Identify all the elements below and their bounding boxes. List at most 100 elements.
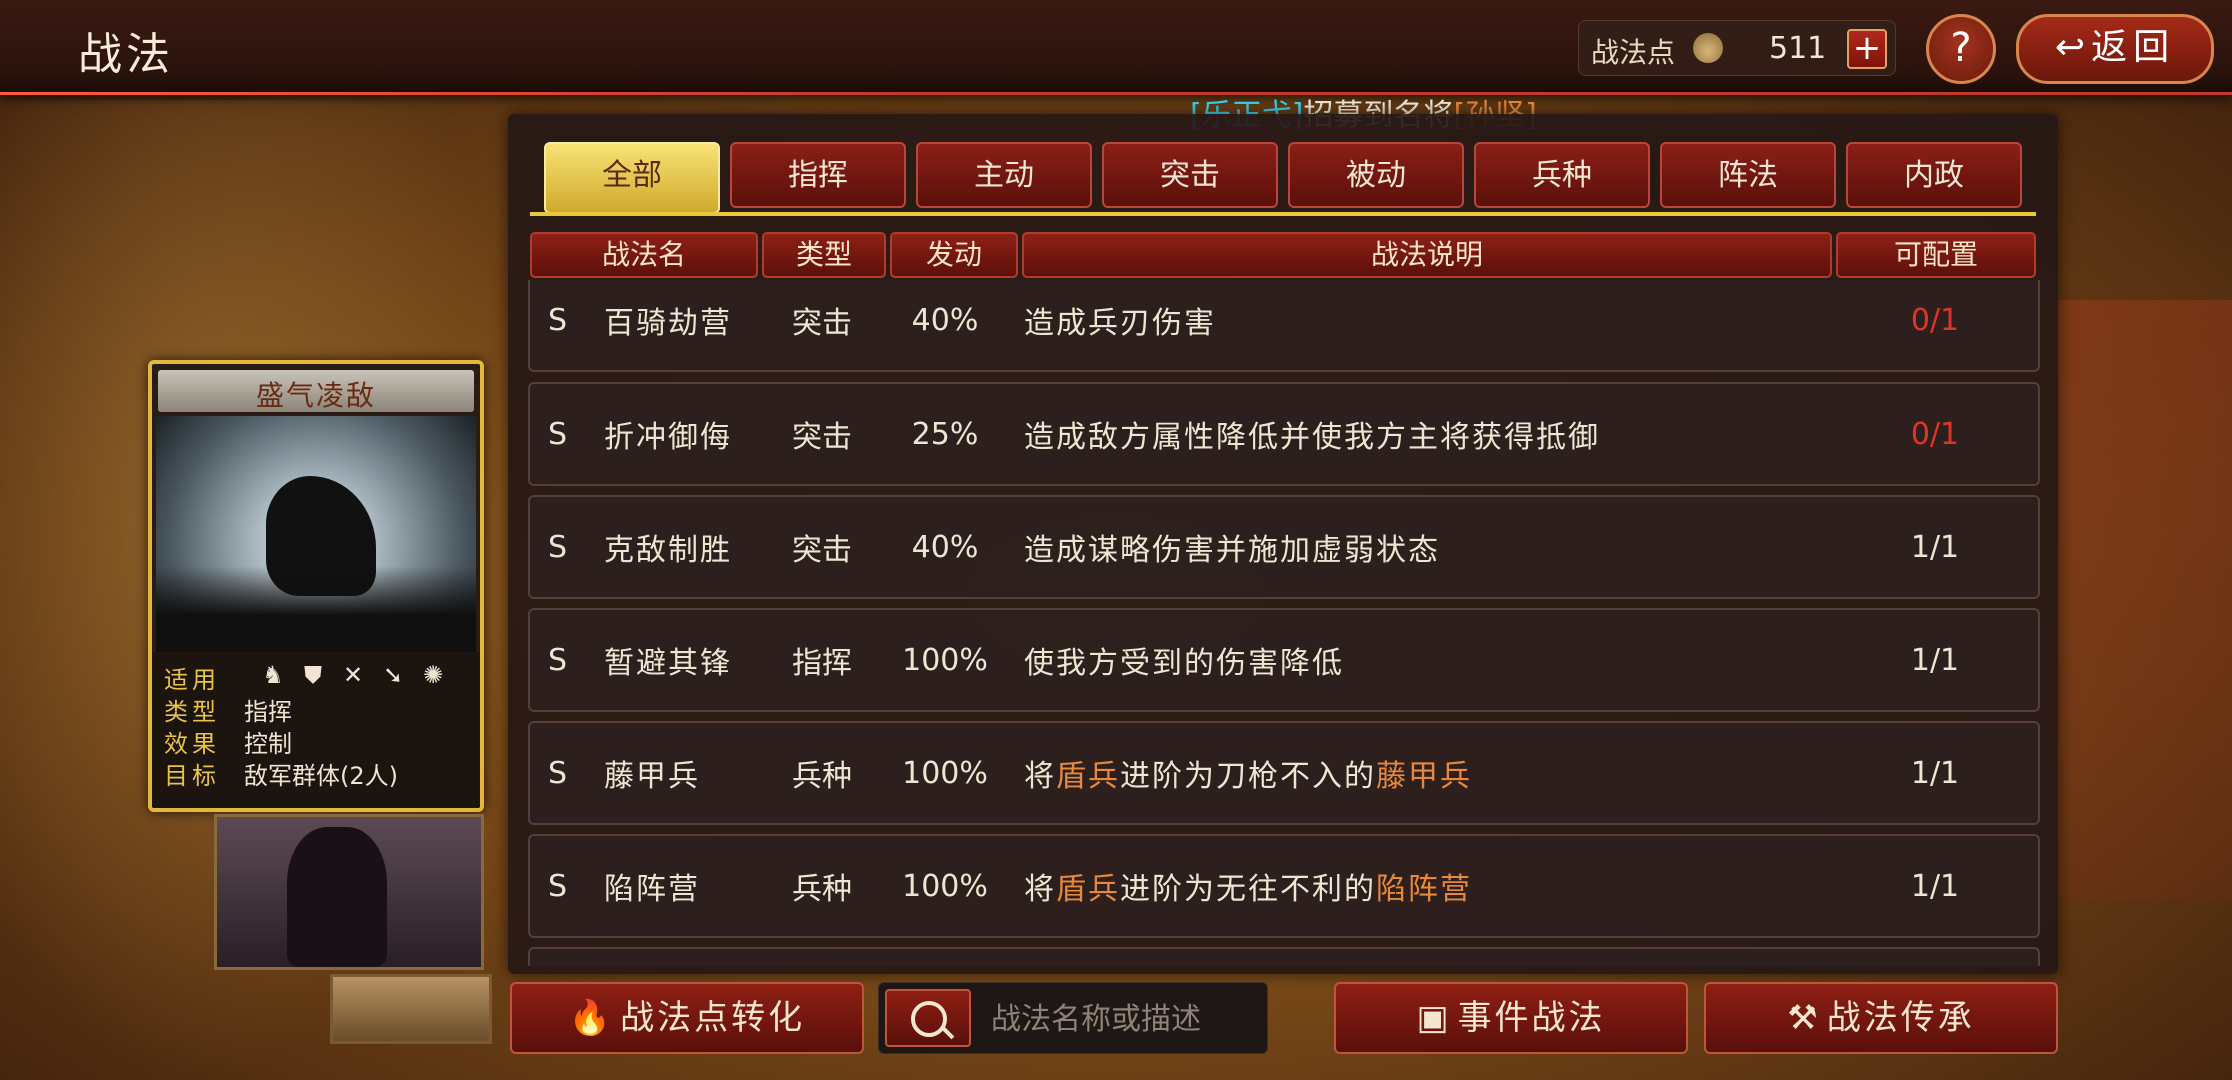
search-button[interactable]	[885, 989, 971, 1047]
skill-type: 突击	[792, 420, 852, 455]
skill-points-box: 战法点 511 +	[1578, 20, 1896, 76]
skill-description: 造成谋略伤害并施加虚弱状态	[1024, 497, 1804, 597]
grade-label: S	[548, 529, 568, 565]
desc-highlight: 盾兵	[1056, 872, 1120, 907]
type-value: 指挥	[244, 698, 292, 726]
search-icon	[911, 1001, 947, 1037]
desc-text: 进阶为刀枪不入的	[1120, 759, 1376, 794]
skill-description: 将盾兵 进阶为无往不利的 陷阵营	[1024, 836, 1804, 936]
grade-label: S	[548, 755, 568, 791]
skill-description: 使我方受到的伤害降低	[1024, 610, 1804, 710]
target-value: 敌军群体(2人)	[244, 762, 398, 790]
config-count: 0/1	[1910, 302, 1960, 338]
desc-text: 进阶为无往不利的	[1120, 872, 1376, 907]
effect-value: 控制	[244, 730, 292, 758]
table-row[interactable]: S 百骑劫营 突击 40% 造成兵刃伤害 0/1	[528, 280, 2040, 372]
portrait-silhouette	[287, 827, 387, 967]
add-points-button[interactable]: +	[1847, 29, 1887, 69]
config-count: 1/1	[1910, 755, 1960, 791]
skill-rate: 40%	[911, 302, 979, 338]
skill-rate: 100%	[902, 642, 988, 678]
spear-icon: ➘	[382, 661, 404, 689]
event-skills-button[interactable]: ▣ 事件战法	[1334, 982, 1688, 1054]
tab-formation[interactable]: 阵法	[1660, 142, 1836, 208]
tab-underline	[530, 212, 2036, 216]
tab-passive[interactable]: 被动	[1288, 142, 1464, 208]
category-tabs: 全部 指挥 主动 突击 被动 兵种 阵法 内政	[534, 142, 2034, 214]
table-row[interactable]: S 克敌制胜 突击 40% 造成谋略伤害并施加虚弱状态 1/1	[528, 495, 2040, 599]
desc-text: 将	[1024, 872, 1056, 907]
back-button[interactable]: ↩返回	[2016, 14, 2214, 84]
grade-label: S	[548, 302, 568, 338]
skill-description: 将盾兵 进阶为刀枪不入的 藤甲兵	[1024, 723, 1804, 823]
skill-type: 兵种	[792, 872, 852, 907]
table-row[interactable]	[528, 947, 2040, 966]
desc-highlight: 藤甲兵	[1376, 759, 1472, 794]
archer-icon: ✕	[342, 661, 364, 689]
config-count: 1/1	[1910, 529, 1960, 565]
search-box	[878, 982, 1268, 1054]
tab-active[interactable]: 主动	[916, 142, 1092, 208]
table-row[interactable]: S 暂避其锋 指挥 100% 使我方受到的伤害降低 1/1	[528, 608, 2040, 712]
apply-label: 适用	[164, 666, 220, 694]
skill-rate: 25%	[911, 416, 979, 452]
tab-troop[interactable]: 兵种	[1474, 142, 1650, 208]
desc-text: 造成兵刃伤害	[1024, 306, 1216, 341]
shield-icon: ⛊	[304, 661, 322, 689]
back-arrow-icon: ↩	[2054, 27, 2092, 68]
grade-label: S	[548, 642, 568, 678]
card-illustration	[156, 416, 476, 656]
skill-description: 造成兵刃伤害	[1024, 280, 1804, 370]
skill-points-value: 511	[1769, 31, 1827, 66]
desc-highlight: 盾兵	[1056, 759, 1120, 794]
back-label: 返回	[2091, 27, 2176, 68]
skill-rate: 100%	[902, 755, 988, 791]
top-bar: 战法 战法点 511 + ? ↩返回	[0, 0, 2232, 95]
general-portrait-card-secondary[interactable]	[330, 974, 492, 1044]
event-icon: ▣	[1416, 998, 1452, 1038]
effect-row: 效果 控制	[164, 724, 292, 759]
tab-assault[interactable]: 突击	[1102, 142, 1278, 208]
skill-type: 突击	[792, 306, 852, 341]
tab-command[interactable]: 指挥	[730, 142, 906, 208]
desc-text: 使我方受到的伤害降低	[1024, 646, 1344, 681]
effect-label: 效果	[164, 730, 220, 758]
column-header-name[interactable]: 战法名	[530, 232, 758, 278]
table-row[interactable]: S 折冲御侮 突击 25% 造成敌方属性降低并使我方主将获得抵御 0/1	[528, 382, 2040, 486]
flame-icon	[1693, 33, 1723, 63]
column-header-type[interactable]: 类型	[762, 232, 886, 278]
config-count: 1/1	[1910, 868, 1960, 904]
skill-detail-card[interactable]: 盛气凌敌 适用 ♞ ⛊ ✕ ➘ ✺ 类型 指挥 效果 控制 目标 敌军群体(2人…	[148, 360, 484, 812]
search-input[interactable]	[989, 995, 1263, 1043]
column-header-description: 战法说明	[1022, 232, 1832, 278]
skill-type: 指挥	[792, 646, 852, 681]
config-count: 1/1	[1910, 642, 1960, 678]
table-row[interactable]: S 陷阵营 兵种 100% 将盾兵 进阶为无往不利的 陷阵营 1/1	[528, 834, 2040, 938]
tab-all[interactable]: 全部	[544, 142, 720, 214]
skill-description: 造成敌方属性降低并使我方主将获得抵御	[1024, 384, 1804, 484]
inherit-label: 战法传承	[1826, 998, 1975, 1038]
table-row[interactable]: S 藤甲兵 兵种 100% 将盾兵 进阶为刀枪不入的 藤甲兵 1/1	[528, 721, 2040, 825]
skill-type: 突击	[792, 533, 852, 568]
skill-rate: 40%	[911, 529, 979, 565]
help-button[interactable]: ?	[1926, 14, 1996, 84]
target-label: 目标	[164, 762, 220, 790]
general-portrait-card[interactable]	[214, 814, 484, 970]
tab-internal[interactable]: 内政	[1846, 142, 2022, 208]
convert-points-button[interactable]: 🔥 战法点转化	[510, 982, 864, 1054]
skill-inherit-button[interactable]: ⚒ 战法传承	[1704, 982, 2058, 1054]
column-header-configurable[interactable]: 可配置	[1836, 232, 2036, 278]
type-row: 类型 指挥	[164, 692, 292, 727]
card-info: 适用 ♞ ⛊ ✕ ➘ ✺ 类型 指挥 效果 控制 目标 敌军群体(2人)	[152, 652, 480, 808]
grade-label: S	[548, 416, 568, 452]
desc-highlight: 陷阵营	[1376, 872, 1472, 907]
config-count: 0/1	[1910, 416, 1960, 452]
column-header-rate[interactable]: 发动	[890, 232, 1018, 278]
soldiers-silhouette	[156, 566, 476, 656]
desc-text: 造成敌方属性降低并使我方主将获得抵御	[1024, 420, 1600, 455]
flame-icon: 🔥	[568, 998, 615, 1038]
siege-icon: ✺	[422, 661, 444, 689]
skill-table: S 百骑劫营 突击 40% 造成兵刃伤害 0/1 S 折冲御侮 突击 25% 造…	[528, 280, 2040, 966]
convert-label: 战法点转化	[620, 998, 806, 1038]
card-title: 盛气凌敌	[255, 379, 376, 412]
